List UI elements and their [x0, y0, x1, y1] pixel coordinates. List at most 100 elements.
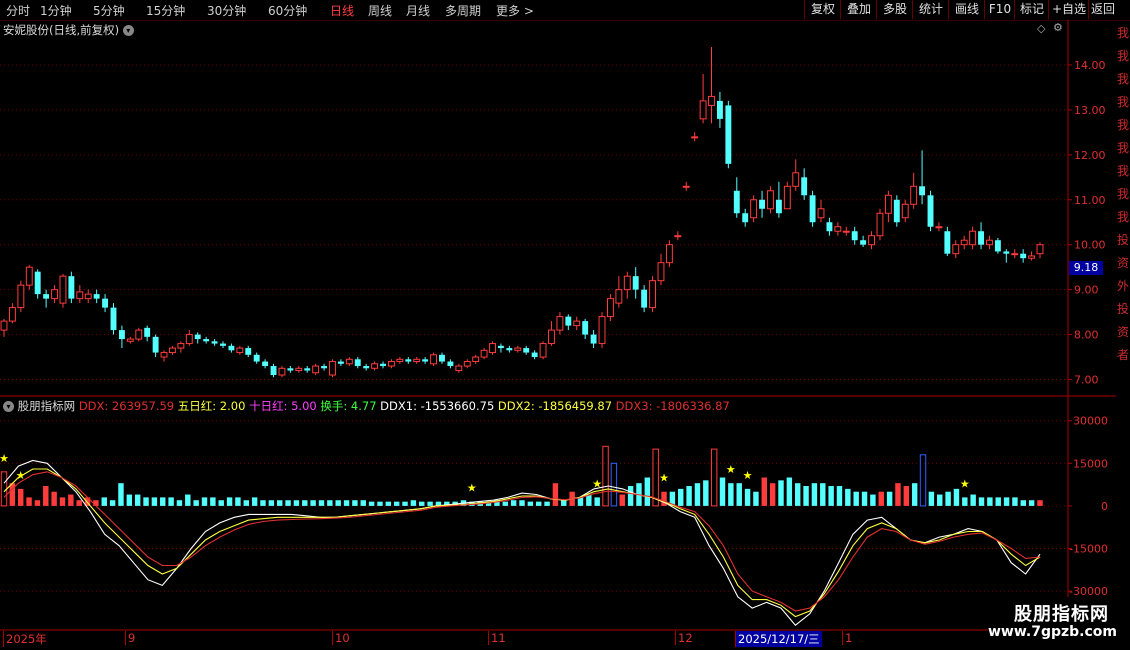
right-strip-char: 者: [1117, 348, 1130, 362]
candle-body: [262, 361, 269, 367]
main-panel-title: 安妮股份(日线,前复权) ▾: [3, 22, 134, 38]
ddx-bar: [34, 500, 41, 506]
tab-60min[interactable]: 60分钟: [268, 2, 307, 19]
ddx-bar: [368, 501, 375, 506]
time-axis-label: 11: [488, 631, 506, 645]
ddx-bar: [602, 445, 609, 507]
ddx-bar: [193, 500, 199, 506]
candle-body: [531, 352, 538, 358]
indicator-value-4: DDX1: -1553660.75: [376, 399, 495, 413]
candle-body: [919, 186, 926, 196]
mark-button[interactable]: 标记: [1014, 0, 1049, 19]
signal-star-icon: ★: [726, 463, 736, 476]
candle-body: [329, 361, 336, 376]
ddx-bar: [744, 488, 751, 506]
candle-body: [380, 363, 386, 367]
ddx-bar: [736, 483, 742, 506]
right-strip-char: 资: [1117, 325, 1130, 339]
price-tick-label: 7.00: [1074, 374, 1099, 387]
tab-1min[interactable]: 1分钟: [40, 2, 72, 19]
ddx-bar: [143, 497, 149, 506]
ddx-bar: [945, 491, 951, 506]
price-tick-label: 8.00: [1074, 329, 1099, 342]
candle-body: [354, 359, 361, 367]
tab-5min[interactable]: 5分钟: [93, 2, 125, 19]
candle-body: [582, 321, 589, 335]
candle-body: [1003, 251, 1010, 254]
candle-body: [699, 100, 707, 120]
candle-body: [211, 341, 218, 344]
ddx-bar: [1028, 500, 1035, 506]
chevron-right-icon: >: [523, 4, 534, 18]
ddx-bar: [335, 500, 341, 506]
tab-more[interactable]: 更多 >: [496, 2, 534, 19]
tab-15min[interactable]: 15分钟: [146, 2, 185, 19]
ddx-bar: [251, 497, 258, 506]
tab-multi-period[interactable]: 多周期: [445, 2, 481, 19]
ddx-bar: [226, 497, 233, 506]
stock-chart[interactable]: ★ ★ ★ ★ ★ ★ ★ ★ 7.00 8.00 9.00 10.00 11.00 12.00 13.0…: [0, 20, 1116, 650]
candle-body: [573, 320, 581, 327]
candle-body: [969, 230, 977, 246]
ddx-bar: [327, 500, 333, 506]
ddx-line-ddx2: [3, 468, 1041, 618]
chevron-down-icon[interactable]: ▾: [122, 25, 134, 36]
indicator-value-3: 换手: 4.77: [316, 399, 377, 413]
ddx-bar: [419, 501, 425, 506]
ddx-bar: [118, 483, 124, 506]
statistics-button[interactable]: 统计: [912, 0, 949, 19]
candle-body: [278, 367, 286, 376]
candle-body: [1028, 255, 1036, 259]
ddx-bar: [861, 491, 868, 506]
ddx-bar: [293, 500, 300, 506]
candlestick-series: [0, 46, 1044, 378]
candle-body: [489, 343, 496, 354]
cursor-date-label: 2025/12/17/三: [735, 631, 822, 647]
candle-body: [194, 334, 201, 340]
candle-body: [994, 240, 1001, 252]
candle-body: [430, 354, 438, 365]
ddx-bar: [870, 494, 876, 506]
diamond-icon[interactable]: ◇: [1037, 22, 1045, 35]
chevron-down-icon[interactable]: ▾: [3, 401, 14, 412]
candle-body: [396, 358, 404, 363]
ddx-bar: [803, 486, 809, 506]
candle-body: [422, 359, 429, 362]
restore-rights-button[interactable]: 复权: [804, 0, 841, 19]
ddx-bar: [260, 500, 266, 506]
ddx-bar: [710, 448, 718, 507]
candle-body: [287, 368, 294, 371]
candle-body: [682, 185, 690, 188]
indicator-name: 股朋指标网: [17, 399, 76, 413]
tab-30min[interactable]: 30分钟: [207, 2, 246, 19]
ddx-bar: [535, 501, 542, 506]
back-button[interactable]: 返回: [1088, 0, 1117, 19]
f10-button[interactable]: F10: [984, 0, 1015, 19]
candle-body: [110, 307, 117, 331]
candle-body: [775, 199, 782, 214]
tab-monthly[interactable]: 月线: [406, 2, 430, 19]
ddx-bar: [678, 488, 684, 506]
candle-body: [506, 348, 513, 351]
candle-body: [783, 185, 791, 210]
add-watchlist-button[interactable]: +自选: [1048, 0, 1089, 19]
overlay-button[interactable]: 叠加: [840, 0, 877, 19]
indicator-value-5: DDX2: -1856459.87: [494, 399, 613, 413]
multi-stock-button[interactable]: 多股: [876, 0, 913, 19]
ddx-bar: [694, 483, 701, 506]
ddx-bar: [43, 486, 49, 506]
candle-body: [767, 190, 774, 210]
settings-icon[interactable]: ⚙: [1053, 21, 1063, 34]
candle-body: [472, 356, 480, 363]
candle-body: [834, 226, 842, 232]
tab-daily[interactable]: 日线: [330, 2, 354, 19]
tab-weekly[interactable]: 周线: [368, 2, 392, 19]
tab-intraday[interactable]: 分时: [6, 2, 30, 19]
candle-body: [927, 195, 934, 227]
ddx-bar: [1012, 497, 1018, 506]
candle-body: [809, 195, 816, 223]
candle-body: [321, 366, 328, 369]
candle-body: [480, 349, 488, 358]
candle-body: [649, 280, 657, 309]
draw-line-button[interactable]: 画线: [948, 0, 985, 19]
